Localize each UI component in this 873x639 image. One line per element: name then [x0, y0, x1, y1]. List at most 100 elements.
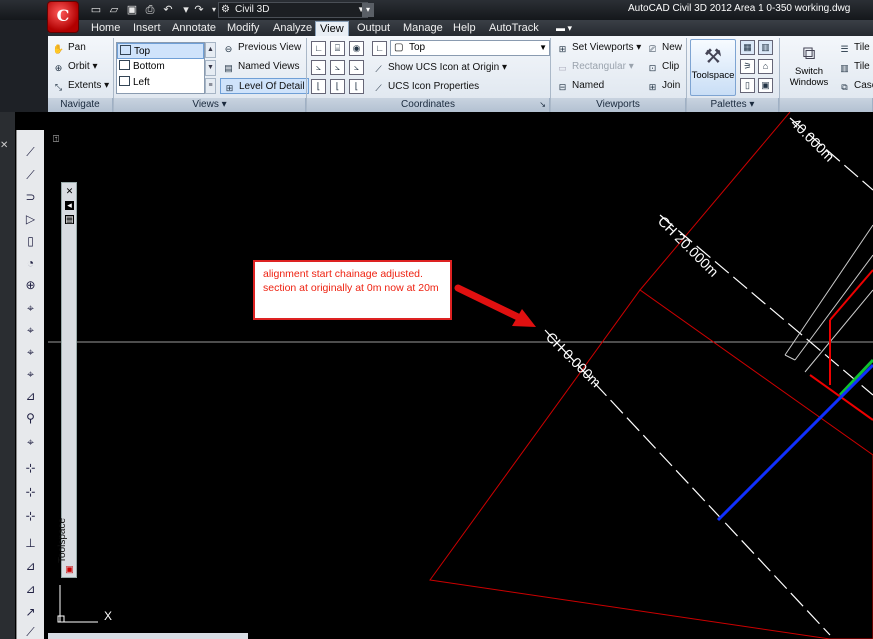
ucs-x-icon[interactable]: ⦣ — [311, 60, 326, 75]
viewports-panel-label[interactable]: Viewports — [551, 98, 686, 112]
view-item-bottom[interactable]: Bottom — [117, 59, 204, 75]
ucs-previous-icon[interactable]: ⌸ — [330, 41, 345, 56]
dimension-2-icon[interactable]: ⊿ — [22, 558, 39, 575]
tile-vertical-button[interactable]: ▥ Tile — [838, 59, 870, 75]
workspace-dropdown[interactable]: ⚙ Civil 3D ▼ — [218, 2, 368, 18]
polyline-2-icon[interactable]: ⊿ — [22, 388, 39, 405]
construction-line-icon[interactable]: ⟋ — [22, 167, 39, 184]
snap-4-icon[interactable]: ⌖ — [22, 366, 39, 383]
toolspace-palette-bar[interactable]: ✕ ◂ ▤ Toolspace ▣ — [57, 182, 77, 578]
point-3-icon[interactable]: ⊹ — [22, 508, 39, 525]
tile-horizontal-button[interactable]: ☰ Tile — [838, 40, 869, 56]
ucs-icon-properties-button[interactable]: ⟋ UCS Icon Properties — [372, 79, 479, 95]
markup-icon[interactable]: ▯ — [740, 78, 755, 93]
polygon-icon[interactable]: ▷ — [22, 211, 39, 228]
snap-5-icon[interactable]: ⌖ — [22, 434, 39, 451]
quickcalc-icon[interactable]: ▣ — [758, 78, 773, 93]
tab-analyze[interactable]: Analyze — [269, 21, 316, 36]
ucs-y-icon[interactable]: ⦣ — [330, 60, 345, 75]
tab-insert[interactable]: Insert — [129, 21, 165, 36]
ucs-view-icon[interactable]: ⌊ — [330, 79, 345, 94]
tab-home[interactable]: Home — [87, 21, 124, 36]
tab-autotrack[interactable]: AutoTrack — [485, 21, 543, 36]
views-scroll-up[interactable]: ▲ — [205, 42, 216, 58]
save-icon[interactable]: ▣ — [125, 3, 139, 17]
new-viewport-button[interactable]: ⎚ New — [646, 40, 682, 56]
named-viewports-button[interactable]: ⊟ Named — [556, 78, 605, 94]
dimension-4-icon[interactable]: ↗ — [22, 604, 39, 621]
cascade-button[interactable]: ⧉ Casc — [838, 78, 873, 94]
named-views-button[interactable]: ▤ Named Views — [222, 59, 299, 75]
dimension-icon[interactable]: ⊥ — [22, 535, 39, 552]
tab-view[interactable]: View — [315, 21, 349, 36]
coordinates-panel-label[interactable]: Coordinates ↘ — [307, 98, 550, 112]
previous-view-button[interactable]: ⊖ Previous View — [222, 40, 301, 56]
undo-icon[interactable]: ↶ — [161, 3, 175, 17]
set-viewports-button[interactable]: ⊞ Set Viewports ▾ — [556, 40, 642, 56]
properties-icon[interactable]: ▤ — [65, 215, 74, 224]
palettes-panel-label[interactable]: Palettes ▾ — [687, 98, 779, 112]
line-tool-icon[interactable]: ⟋ — [22, 144, 39, 161]
level-of-detail-button[interactable]: ⊞ Level Of Detail — [220, 78, 309, 94]
tool-palettes-icon[interactable]: ▥ — [758, 40, 773, 55]
rectangle-tool-icon[interactable]: ▯ — [22, 233, 39, 250]
toolspace-button[interactable]: ⚒ Toolspace — [690, 39, 736, 96]
snap-3-icon[interactable]: ⌖ — [22, 344, 39, 361]
viewcube-icon[interactable]: ⍐ — [53, 134, 59, 145]
close-icon[interactable]: ✕ — [65, 187, 74, 196]
print-icon[interactable]: ⎙ — [143, 3, 157, 17]
redo-icon[interactable]: ↷ — [192, 3, 206, 17]
views-scroll-down[interactable]: ▼ — [205, 60, 216, 76]
ucs-z-icon[interactable]: ⦣ — [349, 60, 364, 75]
layout-tabs[interactable] — [48, 633, 248, 639]
undo-dropdown-icon[interactable]: ▾ — [179, 3, 193, 17]
point-2-icon[interactable]: ⊹ — [22, 484, 39, 501]
dimension-3-icon[interactable]: ⊿ — [22, 581, 39, 598]
ucs-named-combo[interactable]: ▢ Top ▼ — [390, 40, 550, 56]
drawing-canvas[interactable]: CH 0.000m CH 20.000m 40.000m X ⍐ — [48, 112, 873, 639]
close-icon[interactable]: ✕ — [0, 140, 8, 151]
design-center-icon[interactable]: ⌂ — [758, 59, 773, 74]
views-expand[interactable]: ≡ — [205, 78, 216, 94]
pan-button[interactable]: ✋ Pan — [52, 40, 86, 56]
open-icon[interactable]: ▱ — [107, 3, 121, 17]
panel-launcher-icon[interactable]: ↘ — [539, 98, 546, 112]
switch-windows-button[interactable]: ⧉ Switch Windows — [786, 40, 832, 96]
measure-icon[interactable]: ⟋ — [22, 624, 39, 639]
views-panel-label[interactable]: Views ▾ — [114, 98, 306, 112]
properties-palette-icon[interactable]: ▦ — [740, 40, 755, 55]
views-list[interactable]: Top Bottom Left — [116, 42, 205, 94]
snap-icon[interactable]: ⌖ — [22, 300, 39, 317]
orbit-button[interactable]: ⊕ Orbit ▾ — [52, 59, 98, 75]
tab-modify[interactable]: Modify — [223, 21, 263, 36]
ucs-origin-icon[interactable]: ⌊ — [349, 79, 364, 94]
snap-2-icon[interactable]: ⌖ — [22, 322, 39, 339]
application-menu-button[interactable]: C — [47, 1, 79, 33]
show-ucs-icon-button[interactable]: ⟋ Show UCS Icon at Origin ▾ — [372, 60, 507, 76]
autohide-icon[interactable]: ◂ — [65, 201, 74, 210]
view-item-left[interactable]: Left — [117, 75, 204, 91]
new-icon[interactable]: ▭ — [89, 3, 103, 17]
ucs-face-icon[interactable]: ◉ — [349, 41, 364, 56]
ribbon-minimize-icon[interactable]: ▬ ▾ — [556, 22, 578, 34]
sheet-set-icon[interactable]: ⚞ — [740, 59, 755, 74]
rectangular-button[interactable]: ▭ Rectangular ▾ — [556, 59, 634, 75]
tab-annotate[interactable]: Annotate — [168, 21, 220, 36]
circle-icon[interactable]: ⊕ — [22, 277, 39, 294]
polyline-icon[interactable]: ⊃ — [22, 189, 39, 206]
point-icon[interactable]: ⊹ — [22, 460, 39, 477]
navigate-panel-label[interactable]: Navigate — [48, 98, 113, 112]
tab-manage[interactable]: Manage — [399, 21, 447, 36]
ucs-world-icon[interactable]: ∟ — [311, 41, 326, 56]
tab-help[interactable]: Help — [449, 21, 480, 36]
ucs-object-icon[interactable]: ∟ — [372, 41, 387, 56]
ucs-3point-icon[interactable]: ⌊ — [311, 79, 326, 94]
arc-icon[interactable]: ◔ — [22, 255, 39, 272]
pin-icon[interactable]: ⚲ — [22, 410, 39, 427]
clip-viewport-button[interactable]: ⊡ Clip — [646, 59, 680, 75]
view-item-top[interactable]: Top — [117, 43, 204, 59]
extents-button[interactable]: ⤡ Extents ▾ — [52, 78, 109, 94]
join-viewport-button[interactable]: ⊞ Join — [646, 78, 681, 94]
tab-output[interactable]: Output — [353, 21, 394, 36]
qat-customize-button[interactable]: ▾ — [362, 3, 374, 17]
